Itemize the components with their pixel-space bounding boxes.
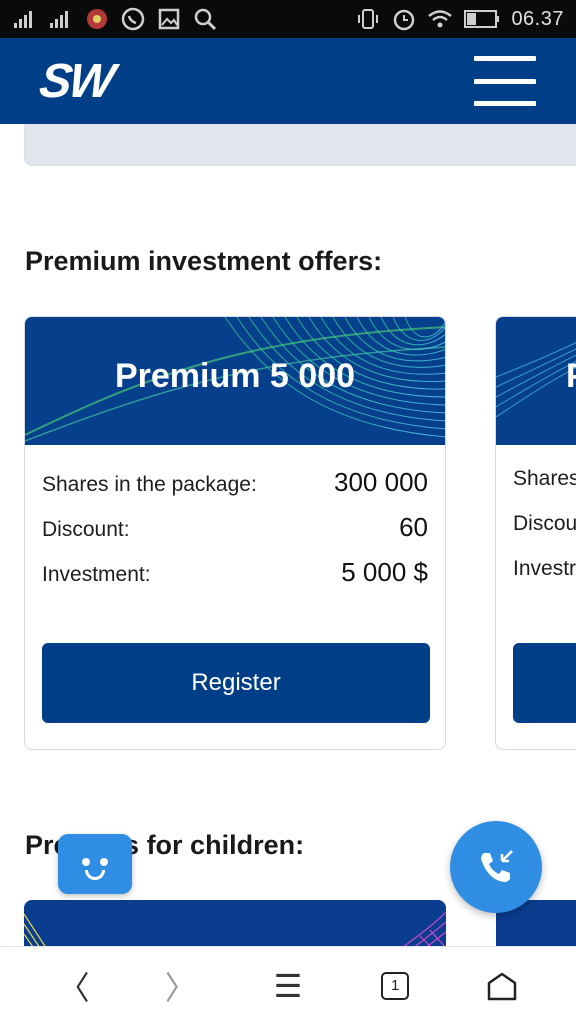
phone-glyph: [481, 850, 513, 882]
search-icon: [192, 7, 218, 31]
detail-row-investment: Investr: [513, 557, 576, 602]
chat-eye: [82, 858, 90, 866]
register-button[interactable]: [513, 643, 576, 723]
detail-row-discount: Discount: 60: [42, 512, 428, 557]
menu-button[interactable]: ☰: [258, 956, 318, 1016]
site-header: SW: [0, 38, 576, 124]
card-details: Shares in the package: 300 000 Discount:…: [42, 467, 428, 602]
detail-value: 300 000: [334, 467, 428, 497]
tabs-button[interactable]: 1: [365, 956, 425, 1016]
status-right-icons: 06.37: [355, 7, 564, 31]
back-button[interactable]: 〈: [44, 956, 104, 1016]
browser-bottom-nav: 〈 〉 ☰ 1: [0, 946, 576, 1024]
offer-card: Premium 5 000 Shares in the package: 300…: [24, 316, 446, 750]
detail-row-discount: Discou: [513, 512, 576, 557]
card-banner: P: [496, 317, 576, 445]
detail-label: Shares in the package:: [42, 473, 257, 496]
vibrate-icon: [355, 7, 381, 31]
forward-button[interactable]: 〉: [151, 956, 211, 1016]
card-title: P: [566, 357, 576, 396]
gallery-icon: [156, 7, 182, 31]
card-details: Shares Discou Investr: [513, 467, 576, 602]
status-time: 06.37: [511, 7, 564, 30]
detail-row-shares: Shares in the package: 300 000: [42, 467, 428, 512]
detail-label: Shares: [513, 467, 576, 490]
menu-line: [474, 78, 536, 84]
chat-mouth: [85, 870, 105, 880]
chat-face-icon[interactable]: [58, 834, 132, 894]
detail-row-shares: Shares: [513, 467, 576, 512]
previous-section-strip: [24, 124, 576, 166]
status-left-icons: [12, 7, 218, 31]
site-logo[interactable]: SW: [36, 54, 115, 109]
banner-wave-graphic: [496, 342, 576, 418]
detail-value: 60: [399, 512, 428, 542]
phone-call-icon[interactable]: [450, 821, 542, 913]
card-title: Premium 5 000: [114, 357, 356, 395]
screen: 06.37 SW Premium investment offers: Prem…: [0, 0, 576, 1024]
chat-eye: [100, 858, 108, 866]
tabs-count: 1: [381, 971, 410, 1000]
home-icon[interactable]: [472, 956, 532, 1016]
battery-icon: [463, 7, 501, 31]
detail-label: Discou: [513, 512, 576, 535]
wifi-icon: [427, 7, 453, 31]
detail-row-investment: Investment: 5 000 $: [42, 557, 428, 602]
premium-section-title: Premium investment offers:: [25, 246, 383, 276]
detail-label: Investment:: [42, 563, 151, 586]
whatsapp-icon: [120, 7, 146, 31]
status-bar: 06.37: [0, 0, 576, 38]
alarm-icon: [391, 7, 417, 31]
card-banner: Premium 5 000: [25, 317, 445, 445]
signal-2-icon: [48, 7, 74, 31]
detail-label: Discount:: [42, 518, 130, 541]
menu-line: [474, 56, 536, 61]
detail-label: Investr: [513, 557, 576, 580]
detail-value: 5 000 $: [341, 557, 428, 587]
menu-line: [474, 101, 536, 106]
register-button[interactable]: Register: [42, 643, 430, 723]
hamburger-menu-icon[interactable]: [474, 56, 536, 106]
signal-icon: [12, 7, 38, 31]
notification-icon: [84, 7, 110, 31]
offer-card-partial: P Shares Discou Investr: [495, 316, 576, 750]
